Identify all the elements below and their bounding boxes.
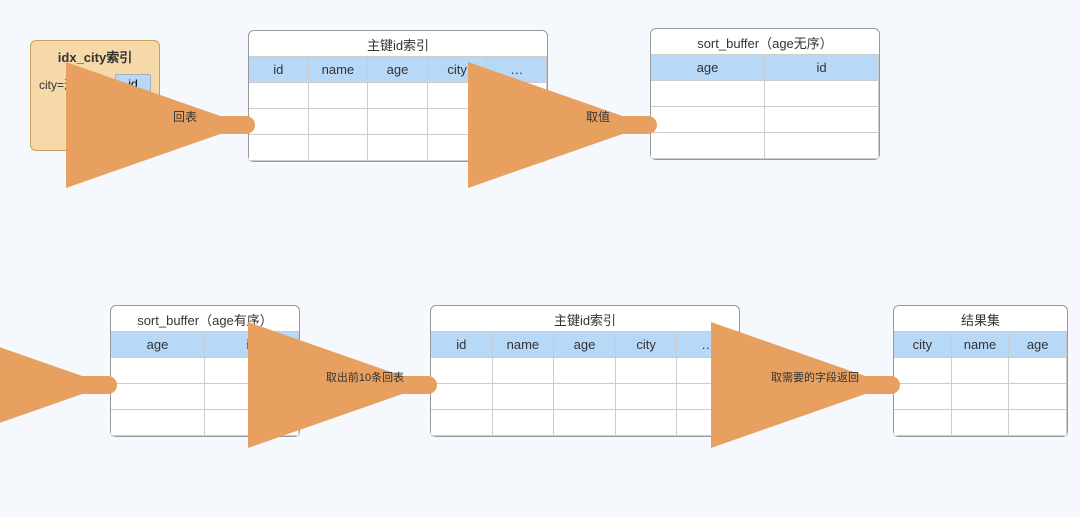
p2r1c3 xyxy=(554,358,616,384)
p2h-age: age xyxy=(554,332,616,358)
sb2r1c2 xyxy=(205,358,299,384)
rr3c3 xyxy=(1009,410,1067,436)
arrow-label-top10: 取出前10条回表 xyxy=(312,370,397,387)
p2r2c1 xyxy=(431,384,493,410)
sb2r3c2 xyxy=(205,410,299,436)
rr3c2 xyxy=(952,410,1010,436)
p2r3c5 xyxy=(677,410,739,436)
idx-city-condition: city=深圳 xyxy=(39,76,115,93)
sort-buffer-2-title: sort_buffer（age有序） xyxy=(111,306,299,331)
p1r3c1 xyxy=(249,135,309,161)
ph-age: age xyxy=(368,57,428,83)
sb1r2c1 xyxy=(651,107,765,133)
rr2c3 xyxy=(1009,384,1067,410)
p1r2c2 xyxy=(309,109,369,135)
ph-city: city xyxy=(428,57,488,83)
sb2r3c1 xyxy=(111,410,205,436)
sb1r3c2 xyxy=(765,133,879,159)
sort-buffer-1: sort_buffer（age无序） age id xyxy=(650,28,880,160)
primary-table-1-title: 主键id索引 xyxy=(249,31,547,56)
sb2r2c1 xyxy=(111,384,205,410)
p2r3c4 xyxy=(616,410,678,436)
svg-text:取值: 取值 xyxy=(586,109,610,124)
sb1h-age: age xyxy=(651,55,765,81)
sort-buffer-1-title: sort_buffer（age无序） xyxy=(651,29,879,54)
sb2h-age: age xyxy=(111,332,205,358)
primary-table-2-title: 主键id索引 xyxy=(431,306,739,331)
p1r1c5 xyxy=(487,83,547,109)
primary-table-1: 主键id索引 id name age city … xyxy=(248,30,548,162)
p2h-name: name xyxy=(493,332,555,358)
result-set-title: 结果集 xyxy=(894,306,1067,331)
sb2r2c2 xyxy=(205,384,299,410)
p2h-dots: … xyxy=(677,332,739,358)
p2h-city: city xyxy=(616,332,678,358)
arrow-label-quizhi: 取值 xyxy=(565,110,589,127)
p2r2c4 xyxy=(616,384,678,410)
rh-name: name xyxy=(952,332,1010,358)
p2r2c2 xyxy=(493,384,555,410)
p1r1c2 xyxy=(309,83,369,109)
result-set: 结果集 city name age xyxy=(893,305,1068,437)
rh-age: age xyxy=(1009,332,1067,358)
ph-id: id xyxy=(249,57,309,83)
idx-city-id-1: id xyxy=(115,74,151,94)
idx-city-id-2: id xyxy=(115,98,151,118)
p1r2c3 xyxy=(368,109,428,135)
rh-city: city xyxy=(894,332,952,358)
sb2h-id: id xyxy=(205,332,299,358)
sort-buffer-2: sort_buffer（age有序） age id xyxy=(110,305,300,437)
rr1c3 xyxy=(1009,358,1067,384)
p2r2c5 xyxy=(677,384,739,410)
sb1r3c1 xyxy=(651,133,765,159)
sb1h-id: id xyxy=(765,55,879,81)
rr1c2 xyxy=(952,358,1010,384)
p1r3c5 xyxy=(487,135,547,161)
arrow-label-return: 取需要的字段返回 xyxy=(748,370,844,387)
p2r3c3 xyxy=(554,410,616,436)
p2r1c5 xyxy=(677,358,739,384)
idx-city-title: idx_city索引 xyxy=(31,41,159,70)
p2r3c1 xyxy=(431,410,493,436)
arrow-label-sort: 按age排序 xyxy=(12,370,68,387)
sb1r2c2 xyxy=(765,107,879,133)
p1r3c2 xyxy=(309,135,369,161)
idx-city-id-row3: id xyxy=(39,122,151,142)
sb1r1c2 xyxy=(765,81,879,107)
sb2r1c1 xyxy=(111,358,205,384)
p2r1c4 xyxy=(616,358,678,384)
p1r2c5 xyxy=(487,109,547,135)
primary-table-2: 主键id索引 id name age city … xyxy=(430,305,740,437)
ph-dots: … xyxy=(487,57,547,83)
p2r1c2 xyxy=(493,358,555,384)
idx-city-id-3: id xyxy=(115,122,151,142)
diagram: idx_city索引 city=深圳 id id id 回表 主键id索引 id… xyxy=(0,0,1080,517)
sb1r1c1 xyxy=(651,81,765,107)
p1r1c4 xyxy=(428,83,488,109)
p1r2c4 xyxy=(428,109,488,135)
p1r1c3 xyxy=(368,83,428,109)
rr1c1 xyxy=(894,358,952,384)
rr3c1 xyxy=(894,410,952,436)
idx-city-id-row2: id xyxy=(39,98,151,118)
rr2c2 xyxy=(952,384,1010,410)
p1r3c4 xyxy=(428,135,488,161)
p1r2c1 xyxy=(249,109,309,135)
p2h-id: id xyxy=(431,332,493,358)
p2r1c1 xyxy=(431,358,493,384)
idx-city-box: idx_city索引 city=深圳 id id id xyxy=(30,40,160,151)
p2r3c2 xyxy=(493,410,555,436)
p2r2c3 xyxy=(554,384,616,410)
idx-city-condition-row: city=深圳 id xyxy=(39,74,151,94)
arrow-label-huitbiao: 回表 xyxy=(178,110,202,127)
p1r1c1 xyxy=(249,83,309,109)
p1r3c3 xyxy=(368,135,428,161)
ph-name: name xyxy=(309,57,369,83)
rr2c1 xyxy=(894,384,952,410)
